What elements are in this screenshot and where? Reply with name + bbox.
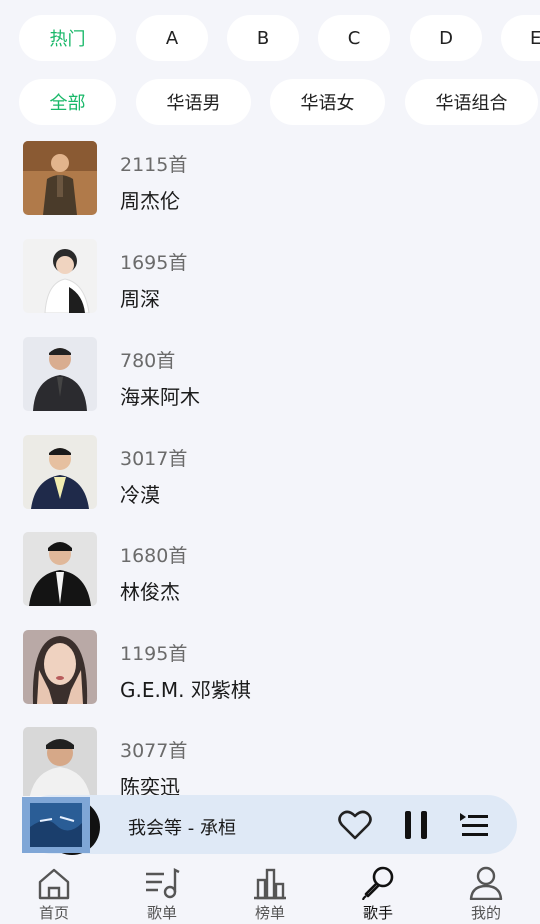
heart-icon[interactable] <box>336 806 374 844</box>
user-icon <box>469 866 503 900</box>
singer-page: 热门 A B C D E 全部 华语男 华语女 华语组合 2115首 周杰伦 1… <box>0 0 540 924</box>
chip-label: 华语男 <box>166 93 221 114</box>
nav-label: 首页 <box>38 904 69 922</box>
singer-avatar <box>23 435 97 509</box>
chip-label: 华语组合 <box>435 93 508 114</box>
song-count: 3017首 <box>120 448 188 470</box>
letter-filter-row: 热门 A B C D E <box>0 15 540 61</box>
singer-avatar <box>23 337 97 411</box>
chip-letter-e[interactable]: E <box>501 15 540 61</box>
list-item[interactable]: 3017首 冷漠 <box>0 435 540 511</box>
list-item[interactable]: 1195首 G.E.M. 邓紫棋 <box>0 630 540 706</box>
chip-chinese-group[interactable]: 华语组合 <box>405 79 538 125</box>
singer-name: 海来阿木 <box>120 385 200 409</box>
chip-label: D <box>439 27 453 49</box>
nav-label: 歌单 <box>146 904 177 922</box>
chip-letter-a[interactable]: A <box>136 15 208 61</box>
song-count: 3077首 <box>120 740 188 762</box>
list-item[interactable]: 2115首 周杰伦 <box>0 141 540 217</box>
microphone-icon <box>362 866 394 900</box>
list-item[interactable]: 1695首 周深 <box>0 239 540 315</box>
song-count: 1195首 <box>120 643 188 665</box>
chart-icon <box>254 868 286 900</box>
singer-avatar <box>23 239 97 313</box>
chip-hot[interactable]: 热门 <box>19 15 116 61</box>
singer-name: G.E.M. 邓紫棋 <box>120 678 251 702</box>
chip-letter-b[interactable]: B <box>227 15 299 61</box>
album-cover[interactable] <box>22 797 90 853</box>
chip-chinese-male[interactable]: 华语男 <box>136 79 251 125</box>
nav-singers[interactable]: 歌手 <box>324 862 432 924</box>
playlist-icon[interactable] <box>455 806 493 844</box>
category-filter-row: 全部 华语男 华语女 华语组合 <box>0 79 540 125</box>
chip-all[interactable]: 全部 <box>19 79 116 125</box>
now-playing-title[interactable]: 我会等 - 承桓 <box>128 814 236 840</box>
song-count: 1680首 <box>120 545 188 567</box>
chip-label: C <box>347 27 361 49</box>
nav-me[interactable]: 我的 <box>432 862 540 924</box>
music-list-icon <box>146 868 180 899</box>
chip-label: A <box>165 27 179 49</box>
song-count: 780首 <box>120 350 176 372</box>
bottom-nav: 首页 歌单 榜单 歌手 我的 <box>0 862 540 924</box>
home-icon <box>38 868 70 900</box>
chip-label: 热门 <box>49 29 86 50</box>
song-count: 2115首 <box>120 154 188 176</box>
singer-avatar <box>23 532 97 606</box>
chip-letter-c[interactable]: C <box>318 15 390 61</box>
singer-avatar <box>23 727 97 796</box>
list-item[interactable]: 3077首 陈奕迅 <box>0 727 540 796</box>
chip-chinese-female[interactable]: 华语女 <box>270 79 385 125</box>
singer-list: 2115首 周杰伦 1695首 周深 780首 海来阿木 3017首 冷漠 16… <box>0 141 540 796</box>
chip-letter-d[interactable]: D <box>410 15 482 61</box>
nav-playlists[interactable]: 歌单 <box>108 862 216 924</box>
list-item[interactable]: 780首 海来阿木 <box>0 337 540 413</box>
song-count: 1695首 <box>120 252 188 274</box>
nav-label: 歌手 <box>362 904 393 922</box>
nav-label: 榜单 <box>254 904 285 922</box>
singer-name: 周深 <box>120 287 160 311</box>
pause-icon[interactable] <box>397 806 435 844</box>
nav-label: 我的 <box>470 904 501 922</box>
singer-name: 周杰伦 <box>120 189 180 213</box>
singer-avatar <box>23 141 97 215</box>
nav-home[interactable]: 首页 <box>0 862 108 924</box>
singer-name: 陈奕迅 <box>120 775 180 796</box>
singer-name: 林俊杰 <box>120 580 180 604</box>
chip-label: 华语女 <box>300 93 355 114</box>
singer-avatar <box>23 630 97 704</box>
chip-label: B <box>256 27 270 49</box>
list-item[interactable]: 1680首 林俊杰 <box>0 532 540 608</box>
chip-label: E <box>530 27 540 49</box>
chip-label: 全部 <box>49 93 86 114</box>
singer-name: 冷漠 <box>120 483 160 507</box>
nav-charts[interactable]: 榜单 <box>216 862 324 924</box>
